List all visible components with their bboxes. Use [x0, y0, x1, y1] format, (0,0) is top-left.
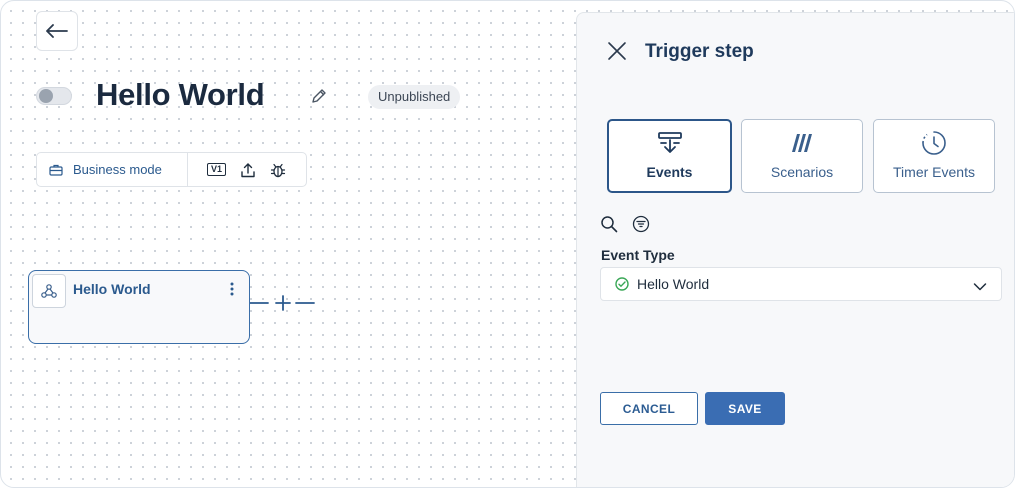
- publish-toggle[interactable]: [36, 87, 72, 105]
- export-button[interactable]: [241, 162, 255, 178]
- node-title: Hello World: [73, 281, 151, 297]
- tab-scenarios[interactable]: Scenarios: [741, 119, 863, 193]
- cancel-button[interactable]: CANCEL: [600, 392, 698, 425]
- version-button[interactable]: V1: [207, 163, 227, 176]
- edit-title-button[interactable]: [310, 87, 328, 110]
- version-badge: V1: [207, 163, 227, 176]
- tab-timer-events-label: Timer Events: [893, 164, 975, 180]
- scenarios-icon: [792, 134, 812, 152]
- add-step-connector[interactable]: [249, 293, 316, 318]
- chevron-down-icon: [973, 283, 987, 291]
- tab-scenarios-label: Scenarios: [770, 164, 834, 180]
- search-icon: [601, 216, 618, 233]
- event-type-label: Event Type: [601, 247, 675, 263]
- arrow-left-icon: [46, 24, 68, 38]
- clock-icon: [922, 131, 946, 155]
- status-badge: Unpublished: [368, 85, 461, 109]
- business-mode-label: Business mode: [73, 162, 162, 177]
- node-icon-box: [32, 274, 66, 308]
- flow-title: Hello World: [96, 77, 265, 112]
- panel-title: Trigger step: [645, 41, 754, 62]
- close-icon: [608, 42, 626, 60]
- trigger-node[interactable]: Hello World: [28, 270, 250, 344]
- filter-button[interactable]: [632, 215, 650, 238]
- close-panel-button[interactable]: [607, 41, 627, 66]
- event-type-value: Hello World: [637, 276, 710, 292]
- briefcase-icon: [49, 164, 63, 176]
- kebab-menu-icon: [230, 282, 234, 296]
- flow-toolbar: Business mode V1: [36, 152, 307, 187]
- pencil-icon: [312, 89, 326, 103]
- toolbar-icons: V1: [188, 162, 286, 178]
- check-circle-icon: [615, 277, 629, 291]
- save-button[interactable]: SAVE: [705, 392, 785, 425]
- webhook-icon: [41, 284, 57, 298]
- search-button[interactable]: [600, 215, 618, 238]
- events-icon: [657, 132, 682, 153]
- tab-timer-events[interactable]: Timer Events: [873, 119, 995, 193]
- back-button[interactable]: [36, 11, 78, 51]
- upload-icon: [241, 162, 255, 177]
- plus-icon: [249, 295, 315, 311]
- tab-events-label: Events: [646, 164, 693, 180]
- tab-events[interactable]: Events: [607, 119, 732, 193]
- debug-button[interactable]: [270, 162, 286, 178]
- toggle-knob: [39, 89, 53, 103]
- event-type-select[interactable]: Hello World: [600, 267, 1002, 301]
- app-frame: Hello World Unpublished Business mode V1: [0, 0, 1015, 488]
- node-menu-button[interactable]: [229, 281, 235, 302]
- filter-icon: [632, 215, 650, 233]
- bug-icon: [270, 163, 286, 177]
- business-mode-button[interactable]: Business mode: [37, 153, 188, 186]
- trigger-step-panel: Trigger step Events Scenarios Timer Even…: [576, 12, 1014, 487]
